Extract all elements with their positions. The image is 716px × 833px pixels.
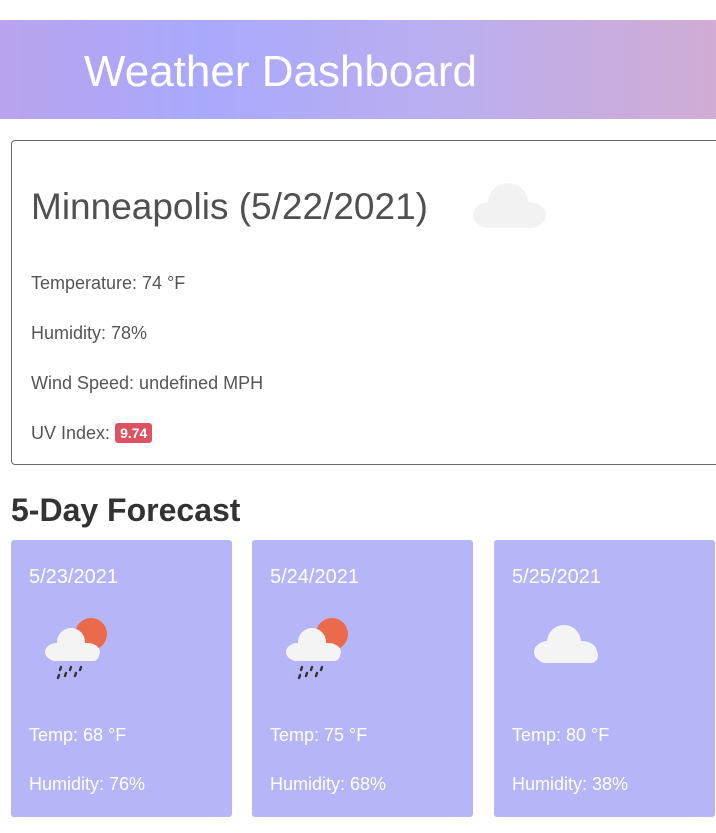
forecast-date: 5/23/2021 (29, 566, 118, 588)
forecast-humidity: Humidity: 38% (512, 774, 629, 794)
current-uv-index: UV Index: 9.74 (31, 422, 153, 444)
current-temperature: Temperature: 74 °F (31, 273, 186, 293)
cloud-icon (470, 177, 550, 236)
forecast-date: 5/24/2021 (270, 566, 359, 588)
forecast-date: 5/25/2021 (512, 566, 601, 588)
forecast-temp: Temp: 68 °F (29, 725, 127, 745)
uv-label: UV Index: (31, 423, 111, 443)
forecast-card: 5/25/2021 Temp: 80 °F Humidity: 38% (494, 540, 715, 817)
forecast-heading: 5-Day Forecast (11, 492, 241, 528)
page-header: Weather Dashboard (0, 20, 716, 119)
page-title: Weather Dashboard (84, 47, 477, 96)
forecast-card: 5/23/2021 Temp: 68 °F Humidity: 76% (11, 540, 232, 817)
city-date-title: Minneapolis (5/22/2021) (31, 186, 428, 227)
forecast-temp: Temp: 75 °F (270, 725, 368, 745)
forecast-card: 5/24/2021 Temp: 75 °F Humidity: 68% (252, 540, 473, 817)
cloud-icon (524, 612, 604, 677)
current-wind-speed: Wind Speed: undefined MPH (31, 373, 264, 393)
rain-sun-icon (41, 612, 113, 685)
current-humidity: Humidity: 78% (31, 323, 148, 343)
current-weather-card: Minneapolis (5/22/2021) Temperature: 74 … (11, 140, 716, 465)
forecast-temp: Temp: 80 °F (512, 725, 610, 745)
forecast-humidity: Humidity: 76% (29, 774, 146, 794)
forecast-humidity: Humidity: 68% (270, 774, 387, 794)
uv-badge: 9.74 (115, 423, 153, 443)
rain-sun-icon (282, 612, 354, 685)
